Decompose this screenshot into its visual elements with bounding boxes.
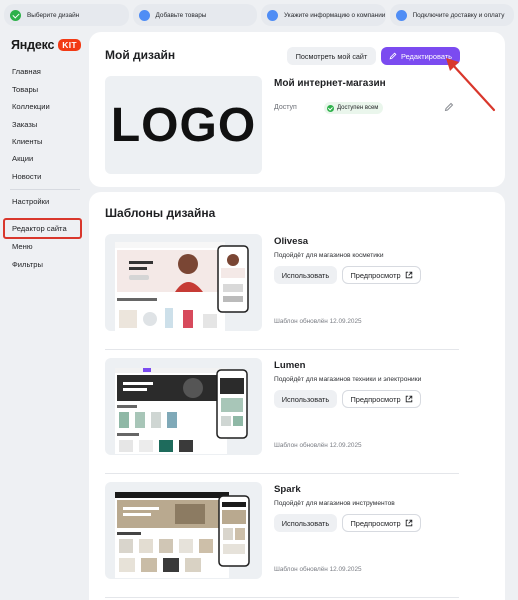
- sidebar-item-site-editor[interactable]: Редактор сайта: [12, 224, 67, 233]
- template-olivesa: Olivesa Подойдёт для магазинов косметики…: [89, 234, 505, 351]
- design-templates-card: Шаблоны дизайна Olivesa Подойдёт для маг…: [89, 192, 505, 600]
- step-company-info[interactable]: Укажите информацию о компании: [261, 4, 386, 26]
- pencil-icon: [389, 52, 397, 60]
- template-description: Подойдёт для магазинов инструментов: [274, 500, 395, 507]
- template-description: Подойдёт для магазинов техники и электро…: [274, 376, 422, 383]
- step-choose-design[interactable]: Выберите дизайн: [4, 4, 129, 26]
- external-link-icon: [405, 271, 412, 279]
- step-label: Укажите информацию о компании: [284, 11, 386, 19]
- spark-thumbnail-image: [115, 492, 250, 578]
- step-label: Добавьте товары: [155, 11, 207, 19]
- templates-title: Шаблоны дизайна: [105, 206, 216, 220]
- sidebar-item-products[interactable]: Товары: [12, 85, 38, 94]
- edit-button[interactable]: Редактировать: [381, 47, 460, 65]
- sidebar-item-menu[interactable]: Меню: [12, 242, 33, 251]
- logo-text: LOGO: [110, 98, 257, 152]
- template-name: Olivesa: [274, 236, 309, 247]
- step-add-products[interactable]: Добавьте товары: [132, 4, 257, 26]
- sidebar-item-settings[interactable]: Настройки: [12, 197, 49, 206]
- check-circle-icon: [327, 104, 334, 112]
- my-design-card: Мой дизайн Посмотреть мой сайт Редактиро…: [89, 32, 505, 187]
- template-divider: [105, 473, 459, 474]
- template-thumbnail[interactable]: [105, 358, 262, 455]
- view-site-button[interactable]: Посмотреть мой сайт: [287, 47, 376, 65]
- template-thumbnail[interactable]: [105, 234, 262, 331]
- template-lumen: Lumen Подойдёт для магазинов техники и э…: [89, 358, 505, 475]
- use-template-button[interactable]: Использовать: [274, 390, 337, 408]
- preview-template-button[interactable]: Предпросмотр: [342, 514, 421, 532]
- logo-preview: LOGO: [105, 76, 262, 174]
- step-label: Выберите дизайн: [27, 11, 80, 19]
- circle-icon: [138, 9, 150, 21]
- use-template-button[interactable]: Использовать: [274, 266, 337, 284]
- template-updated-date: Шаблон обновлён 12.09.2025: [274, 318, 362, 325]
- preview-label: Предпросмотр: [350, 518, 401, 528]
- template-thumbnail[interactable]: [105, 482, 262, 579]
- access-status-text: Доступен всем: [337, 105, 379, 111]
- preview-template-button[interactable]: Предпросмотр: [342, 390, 421, 408]
- onboarding-steps: Выберите дизайн Добавьте товары Укажите …: [4, 4, 514, 26]
- template-spark: Spark Подойдёт для магазинов инструменто…: [89, 482, 505, 599]
- template-name: Lumen: [274, 360, 306, 371]
- brand-logo[interactable]: Яндекс KIT: [11, 38, 81, 52]
- sidebar-item-promotions[interactable]: Акции: [12, 154, 33, 163]
- sidebar-item-orders[interactable]: Заказы: [12, 120, 37, 129]
- step-label: Подключите доставку и оплату: [412, 11, 505, 19]
- external-link-icon: [405, 395, 412, 403]
- my-design-title: Мой дизайн: [105, 48, 176, 62]
- sidebar: Яндекс KIT Главная Товары Коллекции Зака…: [0, 30, 88, 600]
- sidebar-item-collections[interactable]: Коллекции: [12, 102, 50, 111]
- olivesa-thumbnail-image: [115, 242, 249, 331]
- use-template-button[interactable]: Использовать: [274, 514, 337, 532]
- sidebar-divider: [10, 189, 80, 190]
- access-label: Доступ: [274, 104, 297, 111]
- template-divider: [105, 597, 459, 598]
- edit-button-label: Редактировать: [400, 51, 453, 61]
- template-name: Spark: [274, 484, 301, 495]
- circle-icon: [395, 9, 407, 21]
- template-description: Подойдёт для магазинов косметики: [274, 252, 384, 259]
- sidebar-item-news[interactable]: Новости: [12, 172, 41, 181]
- template-updated-date: Шаблон обновлён 12.09.2025: [274, 566, 362, 573]
- step-delivery-payment[interactable]: Подключите доставку и оплату: [389, 4, 514, 26]
- edit-access-pencil-icon[interactable]: [444, 102, 454, 112]
- external-link-icon: [405, 519, 412, 527]
- brand-word: Яндекс: [11, 38, 55, 52]
- sidebar-item-home[interactable]: Главная: [12, 67, 41, 76]
- preview-label: Предпросмотр: [350, 270, 401, 280]
- sidebar-item-clients[interactable]: Клиенты: [12, 137, 42, 146]
- lumen-thumbnail-image: [115, 368, 248, 454]
- shop-name: Мой интернет-магазин: [274, 78, 386, 89]
- preview-template-button[interactable]: Предпросмотр: [342, 266, 421, 284]
- access-status-badge: Доступен всем: [324, 102, 384, 114]
- circle-icon: [267, 9, 278, 21]
- brand-badge: KIT: [58, 39, 81, 51]
- sidebar-item-filters[interactable]: Фильтры: [12, 260, 43, 269]
- template-divider: [105, 349, 459, 350]
- check-circle-icon: [10, 9, 21, 21]
- preview-label: Предпросмотр: [350, 394, 401, 404]
- template-updated-date: Шаблон обновлён 12.09.2025: [274, 442, 362, 449]
